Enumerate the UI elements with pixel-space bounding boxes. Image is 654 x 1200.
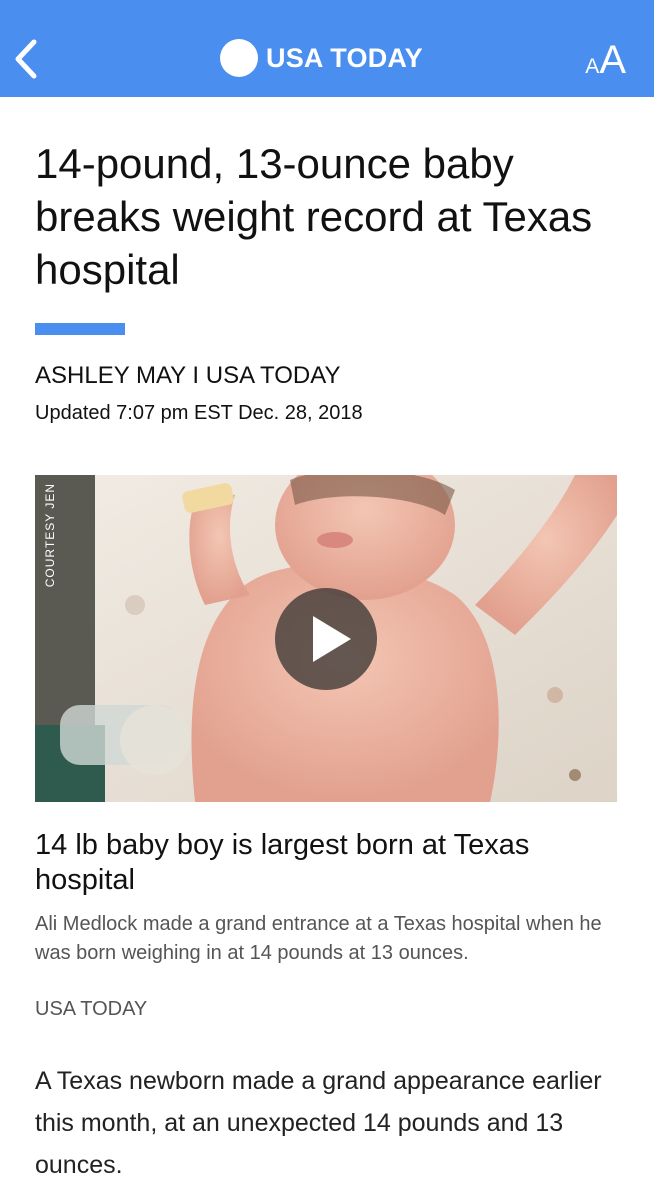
text-size-large-glyph: A <box>599 38 626 82</box>
usa-today-logo: USA TODAY <box>220 38 423 78</box>
video-player[interactable]: COURTESY JEN <box>35 475 617 802</box>
article-paragraph: A Texas newborn made a grand appearance … <box>35 1067 602 1179</box>
video-caption-source: USA TODAY <box>35 998 148 1020</box>
logo-circle-icon <box>220 39 258 77</box>
photo-credit: COURTESY JEN <box>43 483 57 588</box>
article-timestamp: Updated 7:07 pm EST Dec. 28, 2018 <box>35 402 363 424</box>
chevron-left-icon <box>15 39 37 79</box>
video-caption-title: 14 lb baby boy is largest born at Texas … <box>35 829 530 896</box>
back-button[interactable] <box>10 36 44 82</box>
headline-accent-bar <box>35 323 125 335</box>
article-headline: 14-pound, 13-ounce baby breaks weight re… <box>35 140 593 293</box>
text-size-small-glyph: A <box>585 55 600 78</box>
play-icon <box>313 616 351 662</box>
video-caption-description: Ali Medlock made a grand entrance at a T… <box>35 913 602 964</box>
play-button[interactable] <box>275 588 377 690</box>
article-byline: ASHLEY MAY I USA TODAY <box>35 362 341 389</box>
text-size-button[interactable]: AA <box>585 38 626 82</box>
top-nav-bar: USA TODAY AA <box>0 0 654 97</box>
logo-text: USA TODAY <box>266 42 423 73</box>
